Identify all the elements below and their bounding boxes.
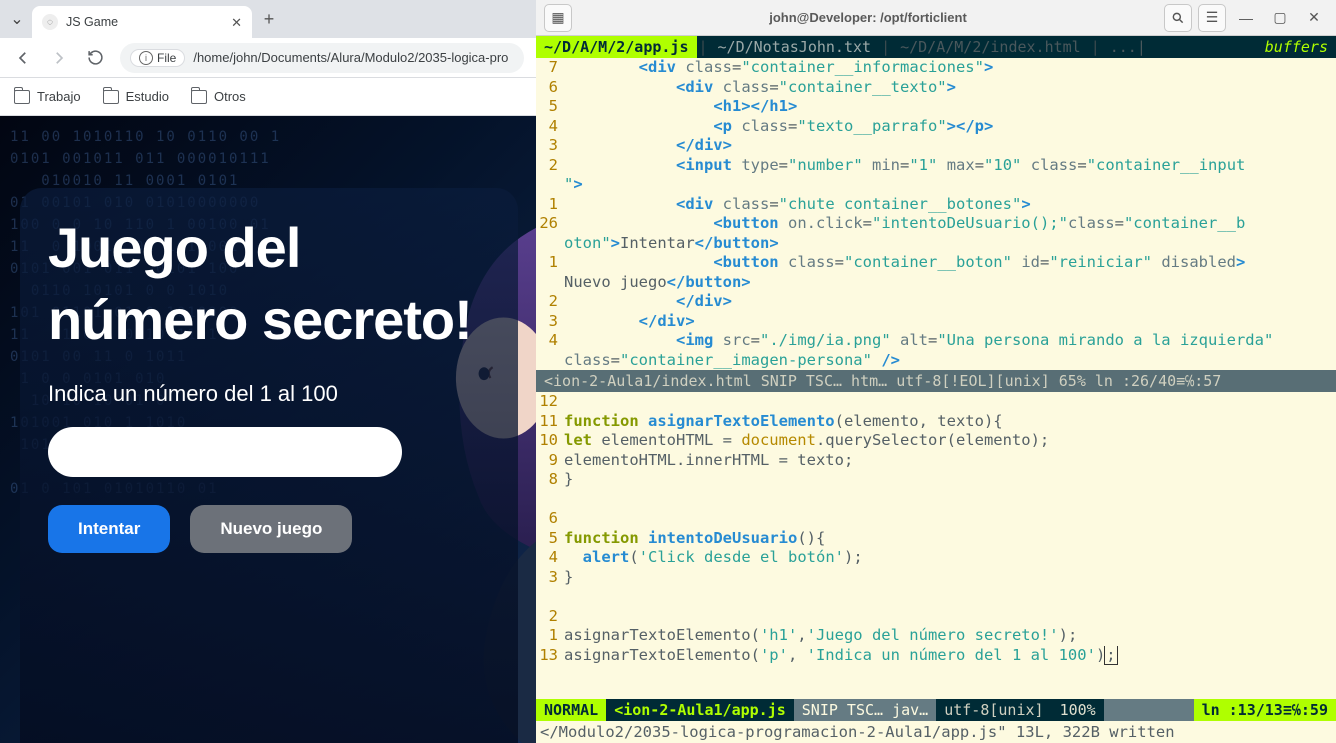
try-button[interactable]: Intentar — [48, 505, 170, 553]
favicon-icon: ◌ — [42, 14, 58, 30]
new-tab-button[interactable]: + — [256, 6, 282, 32]
reload-button[interactable] — [84, 47, 106, 69]
bookmark-estudio[interactable]: Estudio — [103, 89, 169, 104]
game-title: Juego del número secreto! — [48, 212, 490, 355]
folder-icon — [103, 90, 119, 104]
new-game-button[interactable]: Nuevo juego — [190, 505, 352, 553]
vim-message-line: </Modulo2/2035-logica-programacion-2-Aul… — [536, 721, 1336, 743]
vim-tab-active[interactable]: ~/D/A/M/2/app.js — [536, 36, 697, 58]
hamburger-menu-icon[interactable]: ☰ — [1198, 4, 1226, 32]
vim-filename: <ion-2-Aula1/app.js — [606, 699, 794, 721]
new-terminal-tab-button[interactable]: ▦ — [544, 4, 572, 32]
cursor-position: ln :13/13≡℅:59 — [1194, 699, 1336, 721]
bookmark-trabajo[interactable]: Trabajo — [14, 89, 81, 104]
search-icon[interactable] — [1164, 4, 1192, 32]
tab-search-icon[interactable]: ⌄ — [6, 8, 28, 30]
forward-button[interactable] — [48, 47, 70, 69]
close-tab-icon[interactable]: ✕ — [231, 16, 242, 29]
vim-upper-pane[interactable]: 7 <div class="container__informaciones">… — [536, 58, 1336, 370]
vim-upper-status: <ion-2-Aula1/index.html SNIP TSC… htm… u… — [536, 370, 1336, 392]
tab-title: JS Game — [66, 15, 223, 29]
address-bar[interactable]: i File /home/john/Documents/Alura/Modulo… — [120, 43, 524, 73]
bookmark-otros[interactable]: Otros — [191, 89, 246, 104]
vim-lower-status: NORMAL <ion-2-Aula1/app.js SNIP TSC… jav… — [536, 699, 1336, 721]
terminal-titlebar: ▦ john@Developer: /opt/forticlient ☰ — ▢… — [536, 0, 1336, 36]
close-window-icon[interactable]: ✕ — [1300, 4, 1328, 32]
game-subtitle: Indica un número del 1 al 100 — [48, 381, 490, 407]
tab-strip: ⌄ ◌ JS Game ✕ + — [0, 0, 536, 38]
folder-icon — [14, 90, 30, 104]
button-row: Intentar Nuevo juego — [48, 505, 490, 553]
bookmarks-bar: Trabajo Estudio Otros — [0, 78, 536, 116]
folder-icon — [191, 90, 207, 104]
file-origin-chip[interactable]: i File — [130, 49, 185, 67]
vim-buffers-label: buffers — [1257, 36, 1336, 58]
browser-tab[interactable]: ◌ JS Game ✕ — [32, 6, 252, 38]
file-chip-label: File — [157, 51, 176, 65]
guess-input[interactable] — [48, 427, 402, 477]
info-icon: i — [139, 51, 153, 65]
url-text: /home/john/Documents/Alura/Modulo2/2035-… — [193, 50, 508, 65]
vim-bufferline: ~/D/A/M/2/app.js | ~/D/NotasJohn.txt | ~… — [536, 36, 1336, 58]
vim-tab-dim[interactable]: ~/D/A/M/2/index.html — [892, 36, 1089, 58]
minimize-icon[interactable]: — — [1232, 4, 1260, 32]
browser-window: ⌄ ◌ JS Game ✕ + i File /home/john/Docume… — [0, 0, 536, 743]
terminal-title: john@Developer: /opt/forticlient — [769, 10, 967, 25]
terminal-window: ▦ john@Developer: /opt/forticlient ☰ — ▢… — [536, 0, 1336, 743]
vim-tab-alt[interactable]: ~/D/NotasJohn.txt — [710, 36, 880, 58]
browser-toolbar: i File /home/john/Documents/Alura/Modulo… — [0, 38, 536, 78]
game-card: Juego del número secreto! Indica un núme… — [20, 188, 518, 743]
page-viewport: 11 00 1010110 10 0110 00 1 0101 001011 0… — [0, 116, 536, 743]
maximize-icon[interactable]: ▢ — [1266, 4, 1294, 32]
vim-mode: NORMAL — [536, 699, 606, 721]
vim-lower-pane[interactable]: 12 11function asignarTextoElemento(eleme… — [536, 392, 1336, 699]
vim-tab-more[interactable]: ...| — [1102, 36, 1154, 58]
back-button[interactable] — [12, 47, 34, 69]
